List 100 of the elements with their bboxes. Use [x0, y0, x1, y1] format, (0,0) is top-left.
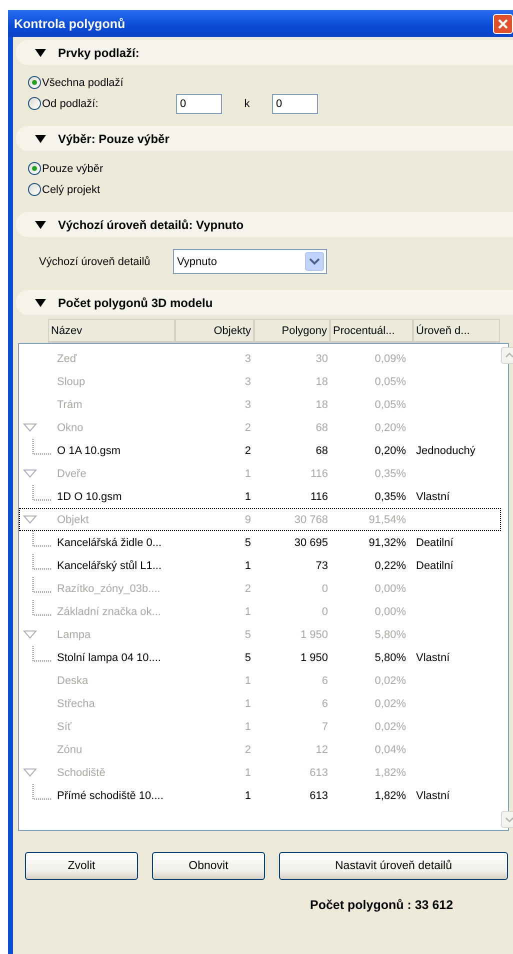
- name-cell-text: Základní značka ok...: [56, 606, 162, 618]
- objects-cell-text: 1: [244, 766, 252, 778]
- objects-cell-text: 1: [244, 468, 252, 480]
- percent-cell-text: 0,02%: [374, 720, 407, 732]
- action-button[interactable]: Nastavit úroveň detailů: [279, 852, 508, 880]
- name-cell-text: Kancelářský stůl L1...: [56, 560, 163, 572]
- objects-cell-text: 5: [244, 652, 252, 664]
- column-header[interactable]: Procentuál...: [330, 319, 413, 343]
- section-header[interactable]: Výchozí úroveň detailů: Vypnuto: [16, 212, 513, 237]
- objects-cell-text: 5: [244, 536, 252, 548]
- percent-cell-text: 0,02%: [374, 674, 407, 686]
- polygons-cell-text: 30: [314, 352, 329, 364]
- tree-row[interactable]: Kancelářský stůl L1... 1 73 0,22% Deatilní: [19, 554, 501, 577]
- name-cell-text: Síť: [56, 720, 73, 732]
- expand-triangle-icon[interactable]: [23, 469, 37, 478]
- radio-button[interactable]: [28, 162, 41, 175]
- polygons-cell-text: 116: [309, 468, 329, 480]
- scroll-up-button[interactable]: [501, 347, 513, 364]
- tree-row[interactable]: Kancelářská židle 0... 5 30 695 91,32% Deatilní: [19, 531, 501, 554]
- column-header[interactable]: Úroveň d...: [413, 319, 500, 343]
- polygon-total: Počet polygonů : 33 612: [309, 897, 454, 912]
- detail-level-cell-text: Deatilní: [415, 536, 454, 548]
- window-title: Kontrola polygonů: [14, 16, 126, 30]
- floor-to-field[interactable]: 0: [272, 94, 318, 114]
- detail-level-dropdown[interactable]: Vypnuto: [173, 249, 327, 274]
- detail-level-cell-text: Vlastní: [415, 652, 451, 664]
- percent-cell-text: 91,32%: [368, 536, 407, 548]
- polygons-cell-text: 68: [314, 444, 329, 456]
- name-cell-text: Sloup: [56, 376, 86, 388]
- objects-cell-text: 1: [244, 560, 252, 572]
- action-button[interactable]: Zvolit: [25, 852, 138, 880]
- polygons-cell-text: 18: [314, 398, 329, 410]
- expand-triangle-icon[interactable]: [23, 423, 37, 432]
- percent-cell-text: 0,35%: [374, 490, 407, 502]
- name-cell-text: 1D O 10.gsm: [56, 490, 123, 502]
- name-cell-text: Objekt: [56, 514, 90, 526]
- expand-triangle-icon[interactable]: [23, 768, 37, 777]
- radio-label[interactable]: Celý projekt: [42, 184, 176, 196]
- percent-cell-text: 1,82%: [374, 790, 407, 802]
- scroll-down-button[interactable]: [501, 811, 513, 828]
- objects-cell-text: 2: [244, 582, 252, 594]
- percent-cell-text: 0,00%: [374, 606, 407, 618]
- objects-cell-text: 2: [244, 744, 252, 756]
- section-header[interactable]: Počet polygonů 3D modelu: [16, 290, 513, 315]
- close-button[interactable]: [493, 14, 513, 34]
- objects-cell-text: 1: [244, 490, 252, 502]
- radio-label[interactable]: Pouze výběr: [42, 162, 176, 174]
- expand-triangle-icon[interactable]: [23, 515, 37, 524]
- percent-cell-text: 0,20%: [374, 422, 407, 434]
- polygons-cell-text: 116: [309, 490, 329, 502]
- name-cell-text: Lampa: [56, 628, 92, 640]
- tree-row[interactable]: Stolní lampa 04 10.... 5 1 950 5,80% Vlastní: [19, 646, 501, 669]
- objects-cell-text: 1: [244, 674, 252, 686]
- column-header[interactable]: Objekty: [175, 319, 254, 343]
- name-cell-text: Stolní lampa 04 10....: [56, 652, 162, 664]
- radio-button[interactable]: [28, 97, 41, 110]
- expand-triangle-icon[interactable]: [23, 630, 37, 639]
- polygons-cell-text: 12: [314, 744, 329, 756]
- objects-cell-text: 5: [244, 628, 252, 640]
- objects-cell-text: 3: [244, 376, 252, 388]
- section-header[interactable]: Prvky podlaží:: [16, 40, 513, 65]
- name-cell-text: Deska: [56, 674, 90, 686]
- polygons-cell-text: 30 768: [293, 514, 329, 526]
- polygons-cell-text: 6: [320, 674, 329, 686]
- polygons-cell-text: 0: [320, 606, 329, 618]
- objects-cell-text: 1: [244, 790, 252, 802]
- polygons-cell-text: 6: [320, 698, 329, 710]
- tree-row[interactable]: 1D O 10.gsm 1 116 0,35% Vlastní: [19, 485, 501, 508]
- name-cell-text: Trám: [56, 398, 84, 410]
- tree-row[interactable]: Přímé schodiště 10.... 1 613 1,82% Vlastní: [19, 784, 501, 807]
- polygons-cell-text: 30 695: [293, 536, 329, 548]
- radio-label[interactable]: Od podlaží:: [42, 98, 176, 110]
- objects-cell-text: 1: [244, 720, 252, 732]
- tree-row[interactable]: O 1A 10.gsm 2 68 0,20% Jednoduchý: [19, 439, 501, 462]
- detail-level-cell-text: Vlastní: [415, 790, 451, 802]
- radio-button[interactable]: [28, 183, 41, 196]
- percent-cell-text: 1,82%: [374, 766, 407, 778]
- floor-from-field[interactable]: 0: [176, 94, 222, 114]
- percent-cell-text: 0,04%: [374, 744, 407, 756]
- polygons-cell-text: 18: [314, 376, 329, 388]
- percent-cell-text: 0,00%: [374, 582, 407, 594]
- action-button[interactable]: Obnovit: [152, 852, 265, 880]
- polygons-cell-text: 613: [308, 790, 329, 802]
- polygons-cell-text: 73: [314, 560, 329, 572]
- objects-cell-text: 2: [244, 444, 252, 456]
- detail-level-cell-text: Jednoduchý: [415, 444, 476, 456]
- section-header[interactable]: Výběr: Pouze výběr: [16, 126, 513, 151]
- detail-level-cell-text: Deatilní: [415, 560, 454, 572]
- name-cell-text: Zónu: [56, 744, 84, 756]
- column-header[interactable]: Polygony: [254, 319, 330, 343]
- name-cell-text: Razítko_zóny_03b....: [56, 582, 162, 594]
- polygons-cell-text: 613: [308, 766, 329, 778]
- field-label: Výchozí úroveň detailů: [39, 256, 152, 268]
- column-header[interactable]: Název: [48, 319, 175, 343]
- percent-cell-text: 0,05%: [374, 376, 407, 388]
- polygons-cell-text: 1 950: [299, 628, 329, 640]
- radio-button[interactable]: [28, 76, 41, 89]
- polygons-cell-text: 1 950: [299, 652, 329, 664]
- radio-label[interactable]: Všechna podlaží: [42, 76, 176, 88]
- name-cell-text: Kancelářská židle 0...: [56, 536, 163, 548]
